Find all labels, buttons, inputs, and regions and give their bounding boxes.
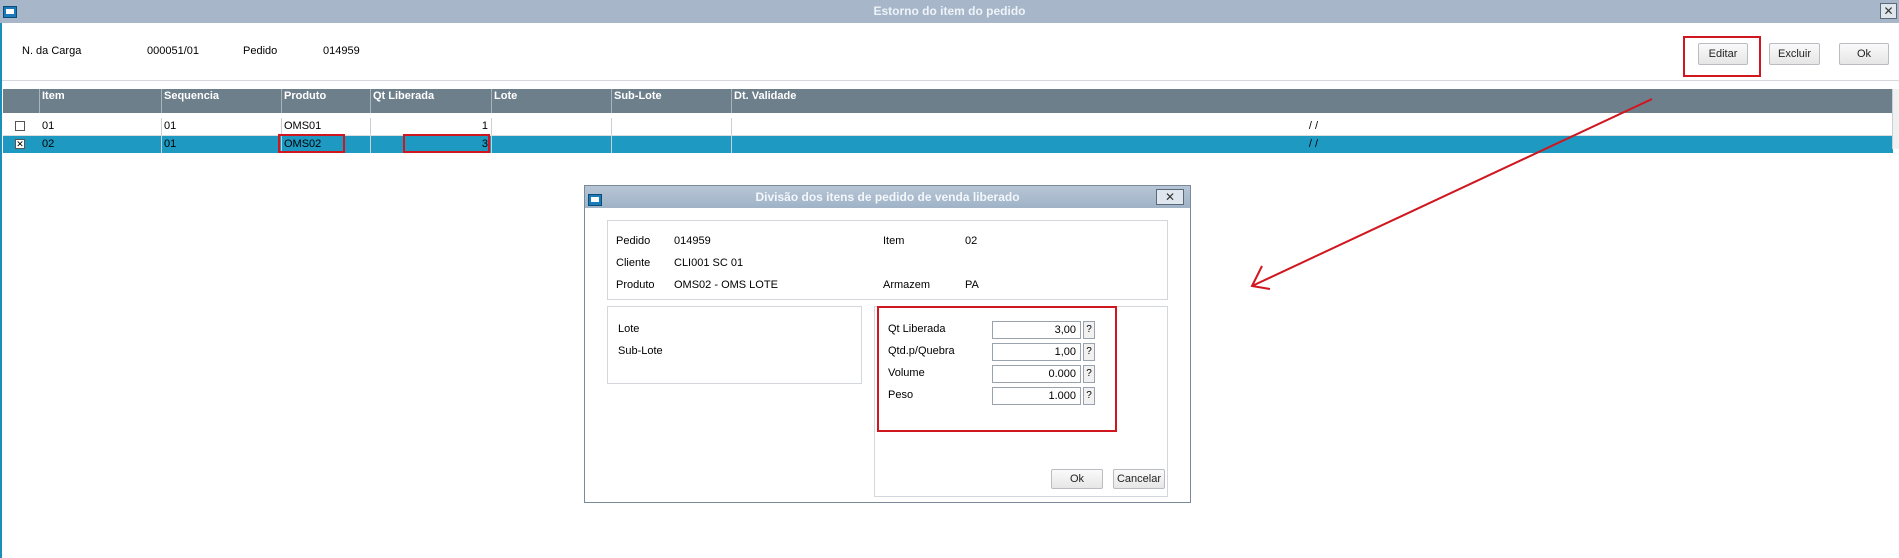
pedido-label: Pedido [243,45,278,57]
col-sub-lote[interactable]: Sub-Lote [612,89,732,113]
dlg-armazem-label: Armazem [883,279,931,291]
dialog-close-icon[interactable]: ✕ [1156,189,1184,205]
excluir-button[interactable]: Excluir [1769,43,1820,65]
cell-sub-lote [612,136,732,153]
checkbox-checked-icon[interactable]: ✕ [15,139,25,149]
pedido-value: 014959 [323,45,360,57]
sublote-label: Sub-Lote [618,345,663,357]
col-lote[interactable]: Lote [492,89,612,113]
dlg-armazem-value: PA [965,279,979,291]
carga-label: N. da Carga [22,45,82,57]
cell-produto: OMS01 [282,118,371,135]
cell-item: 02 [40,136,162,153]
dlg-cliente-value: CLI001 SC 01 [674,257,744,269]
col-qt-liberada[interactable]: Qt Liberada [371,89,492,113]
row-check-cell [3,118,40,135]
order-info-panel: Pedido 014959 Item 02 Cliente CLI001 SC … [607,220,1168,300]
row-check-cell: ✕ [3,136,40,153]
dialog-title-bar: Divisão dos itens de pedido de venda lib… [585,186,1190,208]
dlg-produto-value: OMS02 - OMS LOTE [674,279,778,291]
dlg-item-label: Item [883,235,905,247]
cell-sequencia: 01 [162,136,282,153]
dlg-produto-label: Produto [616,279,655,291]
produto-highlight [278,134,345,153]
lote-label: Lote [618,323,640,335]
window-close-icon[interactable]: ✕ [1880,3,1897,19]
left-border [0,23,2,558]
col-sequencia[interactable]: Sequencia [162,89,282,113]
checkbox-icon[interactable] [15,121,25,131]
dlg-pedido-label: Pedido [616,235,651,247]
editar-button[interactable]: Editar [1698,43,1748,65]
cell-sequencia: 01 [162,118,282,135]
dialog-title: Divisão dos itens de pedido de venda lib… [755,190,1020,204]
cell-sub-lote [612,118,732,135]
dlg-item-value: 02 [965,235,978,247]
col-check [3,89,40,113]
cell-lote [492,136,612,153]
dlg-pedido-value: 014959 [674,235,711,247]
annotation-arrow [1250,98,1653,290]
cell-item: 01 [40,118,162,135]
lote-panel: Lote Sub-Lote [607,306,862,384]
window-title-bar: Estorno do item do pedido [0,0,1899,23]
ok-button[interactable]: Ok [1839,43,1889,65]
dialog-icon [588,194,602,206]
qt-liberada-highlight [403,134,490,153]
dialog-cancel-button[interactable]: Cancelar [1113,469,1165,489]
grid-scrollbar[interactable] [1892,89,1899,149]
window-icon [3,6,17,18]
cell-lote [492,118,612,135]
window-title: Estorno do item do pedido [873,4,1026,18]
col-item[interactable]: Item [40,89,162,113]
dialog-ok-button[interactable]: Ok [1051,469,1103,489]
quantities-highlight [877,306,1117,432]
cell-qt-liberada: 1 [371,118,492,135]
dlg-cliente-label: Cliente [616,257,651,269]
carga-value: 000051/01 [147,45,199,57]
col-produto[interactable]: Produto [282,89,371,113]
split-items-dialog: Divisão dos itens de pedido de venda lib… [584,185,1191,503]
header-divider [2,80,1899,81]
